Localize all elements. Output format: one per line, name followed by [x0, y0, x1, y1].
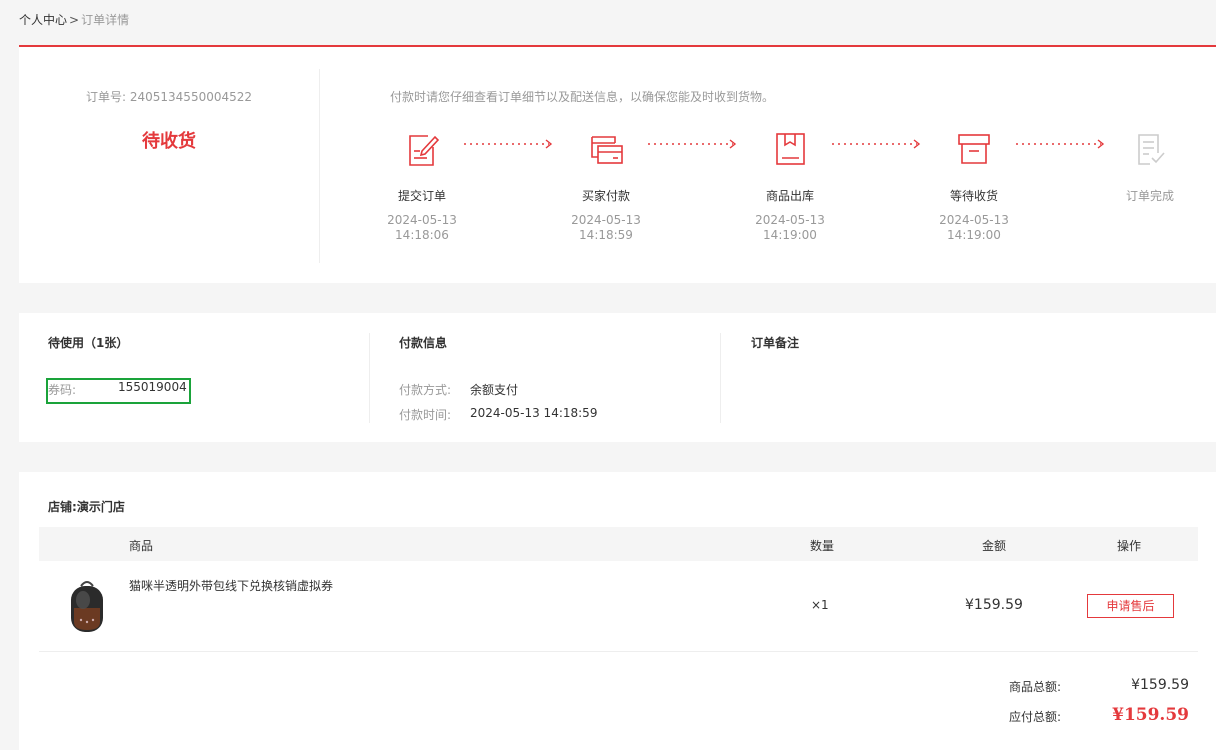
column-header-product: 商品 [129, 539, 154, 553]
breadcrumb-current: 订单详情 [81, 13, 130, 27]
table-divider [39, 651, 1198, 652]
column-header-quantity: 数量 [810, 539, 835, 553]
payment-time-label: 付款时间: [399, 408, 452, 422]
step-awaiting-receipt: 等待收货 2024-05-13 14:19:00 [919, 129, 1029, 243]
shop-name: 店铺:演示门店 [48, 498, 125, 515]
payment-time-value: 2024-05-13 14:18:59 [470, 406, 598, 420]
step-arrow-icon [464, 139, 553, 149]
step-arrow-icon [1016, 139, 1105, 149]
step-arrow-icon [832, 139, 921, 149]
product-price: ¥159.59 [965, 597, 1023, 613]
step-datetime: 2024-05-13 14:18:06 [387, 213, 457, 242]
shop-name-value[interactable]: 演示门店 [77, 500, 125, 514]
coupon-code-label: 券码: [48, 383, 77, 397]
payment-tip: 付款时请您仔细查看订单细节以及配送信息，以确保您能及时收到货物。 [390, 90, 775, 104]
breadcrumb: 个人中心 > 订单详情 [19, 11, 129, 28]
step-order-complete: 订单完成 [1095, 129, 1205, 204]
goods-total-label: 商品总额: [1009, 680, 1062, 694]
product-quantity: ×1 [811, 598, 829, 612]
order-complete-icon [1138, 134, 1165, 165]
payment-method-label: 付款方式: [399, 383, 452, 397]
order-number: 订单号: 2405134550004522 [19, 88, 319, 105]
column-header-action: 操作 [1117, 539, 1142, 553]
panel-divider [319, 69, 320, 263]
breadcrumb-home-link[interactable]: 个人中心 [19, 13, 67, 27]
goods-out-icon [776, 133, 805, 165]
coupon-code-value: 155019004 [118, 380, 187, 394]
step-label: 等待收货 [949, 189, 998, 203]
payable-total-value: ¥159.59 [1112, 705, 1189, 725]
order-status: 待收货 [142, 131, 196, 152]
order-number-value: 2405134550004522 [129, 90, 253, 104]
product-name[interactable]: 猫咪半透明外带包线下兑换核销虚拟券 [129, 577, 333, 594]
goods-panel: 店铺:演示门店 商品 数量 金额 操作 猫咪半透明外带包线下兑换核销虚拟券 ×1… [19, 472, 1216, 750]
order-status-panel: 订单号: 2405134550004522 待收货 付款时请您仔细查看订单细节以… [19, 47, 1216, 283]
column-header-amount: 金额 [982, 539, 1007, 553]
coupon-section-title: 待使用（1张） [48, 336, 129, 350]
column-divider [369, 333, 370, 423]
step-goods-out: 商品出库 2024-05-13 14:19:00 [735, 129, 845, 243]
step-datetime: 2024-05-13 14:19:00 [939, 213, 1009, 242]
step-label: 买家付款 [581, 189, 630, 203]
remark-section-title: 订单备注 [751, 336, 800, 350]
step-arrow-icon [648, 139, 737, 149]
goods-total-value: ¥159.59 [1131, 677, 1189, 693]
shop-label: 店铺: [48, 500, 77, 514]
column-divider [720, 333, 721, 423]
step-buyer-payment: 买家付款 2024-05-13 14:18:59 [551, 129, 661, 243]
goods-table-header: 商品 数量 金额 操作 [39, 527, 1198, 561]
payment-method-value: 余额支付 [470, 383, 519, 397]
order-number-label: 订单号: [85, 90, 127, 104]
submit-order-icon [409, 135, 440, 166]
payment-section-title: 付款信息 [399, 336, 448, 350]
step-datetime: 2024-05-13 14:19:00 [755, 213, 825, 242]
step-label: 订单完成 [1125, 189, 1174, 203]
step-label: 商品出库 [765, 189, 814, 203]
product-image[interactable] [67, 578, 107, 634]
step-datetime: 2024-05-13 14:18:59 [571, 213, 641, 242]
payable-total-label: 应付总额: [1009, 710, 1062, 724]
payment-card-icon [591, 136, 623, 164]
order-info-panel: 待使用（1张） 券码: 155019004 付款信息 付款方式: 余额支付 付款… [19, 313, 1216, 442]
awaiting-receipt-icon [958, 134, 990, 164]
step-label: 提交订单 [397, 189, 446, 203]
step-submit-order: 提交订单 2024-05-13 14:18:06 [367, 129, 477, 243]
apply-after-sale-button[interactable]: 申请售后 [1087, 594, 1174, 618]
breadcrumb-separator: > [69, 13, 80, 27]
